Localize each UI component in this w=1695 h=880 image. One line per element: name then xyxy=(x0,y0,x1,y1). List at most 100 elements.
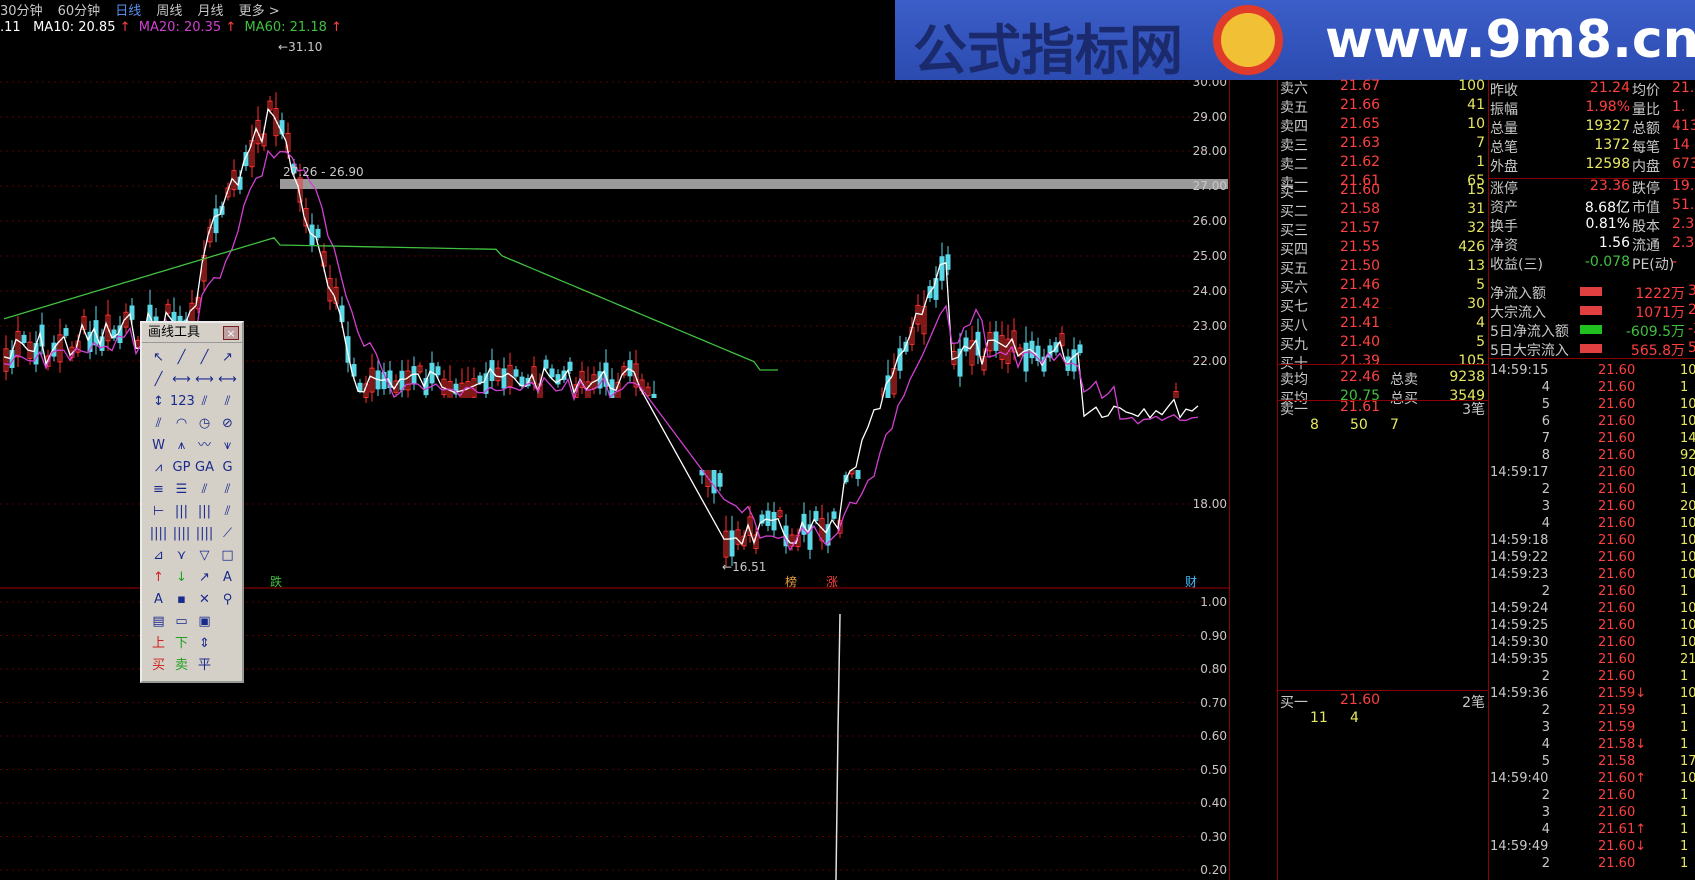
drawing-tool-icon[interactable]: 平 xyxy=(193,655,216,677)
tick-row[interactable]: 2 21.60 1 xyxy=(1490,482,1695,499)
drawing-tool-icon[interactable]: ◠ xyxy=(170,413,193,435)
drawing-tool-icon[interactable]: ☰ xyxy=(170,479,193,501)
drawing-tool-icon[interactable]: ↓ xyxy=(170,567,193,589)
drawing-tool-icon[interactable]: ⟷ xyxy=(216,369,239,391)
tick-row[interactable]: 3 21.60 20 xyxy=(1490,499,1695,516)
tick-row[interactable]: 2 21.60 1 xyxy=(1490,669,1695,686)
drawing-tool-icon[interactable]: ⟷ xyxy=(170,369,193,391)
tick-row[interactable]: 4 21.58↓ 1 xyxy=(1490,737,1695,754)
ob-level-label: 买八 xyxy=(1280,318,1308,334)
drawing-tool-icon[interactable] xyxy=(216,633,239,655)
drawing-tool-icon[interactable]: 〰 xyxy=(193,435,216,457)
event-marker-rank[interactable]: 榜 xyxy=(785,574,797,590)
drawing-tool-icon[interactable]: ✕ xyxy=(193,589,216,611)
drawing-tool-icon[interactable]: ╱ xyxy=(147,369,170,391)
drawing-tool-icon[interactable]: 买 xyxy=(147,655,170,677)
tick-row[interactable]: 2 21.59 1 xyxy=(1490,703,1695,720)
drawing-tool-icon[interactable]: ⊘ xyxy=(216,413,239,435)
drawing-tool-icon[interactable]: |||| xyxy=(147,523,170,545)
tick-row[interactable]: 14:59:49 21.60↓ 1 xyxy=(1490,839,1695,856)
tick-row[interactable]: 14:59:18 21.60 10 xyxy=(1490,533,1695,550)
flow-value-2: 26 xyxy=(1688,302,1695,318)
drawing-tool-icon[interactable]: ≡ xyxy=(147,479,170,501)
tick-row[interactable]: 14:59:24 21.60 10 xyxy=(1490,601,1695,618)
drawing-tool-icon[interactable]: ||| xyxy=(193,501,216,523)
drawing-tool-icon[interactable]: ⩘ xyxy=(147,457,170,479)
drawing-tool-icon[interactable]: GP xyxy=(170,457,193,479)
drawing-tool-icon[interactable]: ⫽ xyxy=(216,391,239,413)
tick-row[interactable]: 14:59:30 21.60 10 xyxy=(1490,635,1695,652)
drawing-toolbox[interactable]: 画线工具 × ↖ ╱ ╱ ↗ ╱ ⟷ ⟷ ⟷ ↕ 123 ⫽ ⫽ ⫽ ◠ ◷ ⊘ W ⩚ 〰 ⩛ ⩘ GP GA G ≡ ☰ ⫽ ⫽ ⊢… xyxy=(140,321,244,683)
bid-row: 买二 21.58 31 xyxy=(1280,201,1485,220)
tick-row[interactable]: 4 21.61↑ 1 xyxy=(1490,822,1695,839)
drawing-tool-icon[interactable]: ⫽ xyxy=(216,479,239,501)
drawing-tool-icon[interactable]: ⟷ xyxy=(193,369,216,391)
tick-row[interactable]: 14:59:22 21.60 10 xyxy=(1490,550,1695,567)
drawing-tool-icon[interactable]: ⇕ xyxy=(193,633,216,655)
drawing-tool-icon[interactable]: ⩚ xyxy=(170,435,193,457)
drawing-tool-icon[interactable]: A xyxy=(147,589,170,611)
drawing-tool-icon[interactable]: □ xyxy=(216,545,239,567)
drawing-tool-icon[interactable]: 卖 xyxy=(170,655,193,677)
drawing-tool-icon[interactable]: ↑ xyxy=(147,567,170,589)
drawing-tool-icon[interactable]: |||| xyxy=(170,523,193,545)
drawing-tool-icon[interactable]: A xyxy=(216,567,239,589)
tick-row[interactable]: 3 21.60 1 xyxy=(1490,805,1695,822)
tick-row[interactable]: 2 21.60 1 xyxy=(1490,788,1695,805)
drawing-tool-icon[interactable]: ▣ xyxy=(193,611,216,633)
tick-row[interactable]: 14:59:36 21.59↓ 10 xyxy=(1490,686,1695,703)
drawing-tool-icon[interactable] xyxy=(216,655,239,677)
tick-row[interactable]: 6 21.60 10 xyxy=(1490,414,1695,431)
drawing-tool-icon[interactable]: ||| xyxy=(170,501,193,523)
event-marker-fall[interactable]: 跌 xyxy=(270,574,282,590)
drawing-tool-icon[interactable]: G xyxy=(216,457,239,479)
drawing-tool-icon[interactable]: ⫽ xyxy=(193,391,216,413)
drawing-tool-icon[interactable]: ▭ xyxy=(170,611,193,633)
tick-row[interactable]: 4 21.60 10 xyxy=(1490,516,1695,533)
drawing-tool-icon[interactable]: 123 xyxy=(170,391,195,413)
drawing-tool-icon[interactable] xyxy=(216,611,239,633)
drawing-tool-icon[interactable]: GA xyxy=(193,457,216,479)
drawing-tool-icon[interactable]: 下 xyxy=(170,633,193,655)
drawing-tool-icon[interactable]: W xyxy=(147,435,170,457)
drawing-tool-icon[interactable]: ⚲ xyxy=(216,589,239,611)
drawing-tool-icon[interactable]: ⩛ xyxy=(216,435,239,457)
drawing-tool-icon[interactable]: |||| xyxy=(193,523,216,545)
drawing-tool-icon[interactable]: ↗ xyxy=(193,567,216,589)
drawing-tool-icon[interactable]: ⟋ xyxy=(216,523,239,545)
tick-row[interactable]: 14:59:25 21.60 10 xyxy=(1490,618,1695,635)
drawing-tool-icon[interactable]: ▪ xyxy=(170,589,193,611)
tick-row[interactable]: 14:59:35 21.60 21 xyxy=(1490,652,1695,669)
tick-row[interactable]: 14:59:23 21.60 10 xyxy=(1490,567,1695,584)
close-icon[interactable]: × xyxy=(223,326,239,340)
event-marker-rise[interactable]: 涨 xyxy=(826,574,838,590)
tick-row[interactable]: 5 21.58 17 xyxy=(1490,754,1695,771)
tick-row[interactable]: 8 21.60 92 xyxy=(1490,448,1695,465)
event-marker-finance[interactable]: 财 xyxy=(1185,574,1197,590)
drawing-tool-icon[interactable]: ↖ xyxy=(147,347,170,369)
drawing-tool-icon[interactable]: 上 xyxy=(147,633,170,655)
drawing-tool-icon[interactable]: ╱ xyxy=(193,347,216,369)
stat-label: 昨收 xyxy=(1490,83,1518,99)
tick-row[interactable]: 3 21.59 1 xyxy=(1490,720,1695,737)
drawing-tool-icon[interactable]: ⫽ xyxy=(193,479,216,501)
drawing-tool-icon[interactable]: ⋎ xyxy=(170,545,193,567)
drawing-tool-icon[interactable]: ⫽ xyxy=(147,413,170,435)
drawing-tool-icon[interactable]: ⫽ xyxy=(216,501,239,523)
tick-row[interactable]: 2 21.60 1 xyxy=(1490,584,1695,601)
tick-row[interactable]: 14:59:40 21.60↑ 10 xyxy=(1490,771,1695,788)
drawing-tool-icon[interactable]: ↗ xyxy=(216,347,239,369)
drawing-tool-icon[interactable]: ↕ xyxy=(147,391,170,413)
drawing-tool-icon[interactable]: ⊿ xyxy=(147,545,170,567)
drawing-tool-icon[interactable]: ▤ xyxy=(147,611,170,633)
drawing-tool-icon[interactable]: ◷ xyxy=(193,413,216,435)
tick-row[interactable]: 14:59:17 21.60 10 xyxy=(1490,465,1695,482)
tick-row[interactable]: 2 21.60 1 xyxy=(1490,856,1695,873)
drawing-tool-icon[interactable]: ╱ xyxy=(170,347,193,369)
tick-row[interactable]: 5 21.60 10 xyxy=(1490,397,1695,414)
tick-row[interactable]: 7 21.60 14 xyxy=(1490,431,1695,448)
tick-row[interactable]: 14:59:15 21.60 10 xyxy=(1490,363,1695,380)
drawing-tool-icon[interactable]: ⊢ xyxy=(147,501,170,523)
drawing-tool-icon[interactable]: ▽ xyxy=(193,545,216,567)
tick-row[interactable]: 4 21.60 1 xyxy=(1490,380,1695,397)
